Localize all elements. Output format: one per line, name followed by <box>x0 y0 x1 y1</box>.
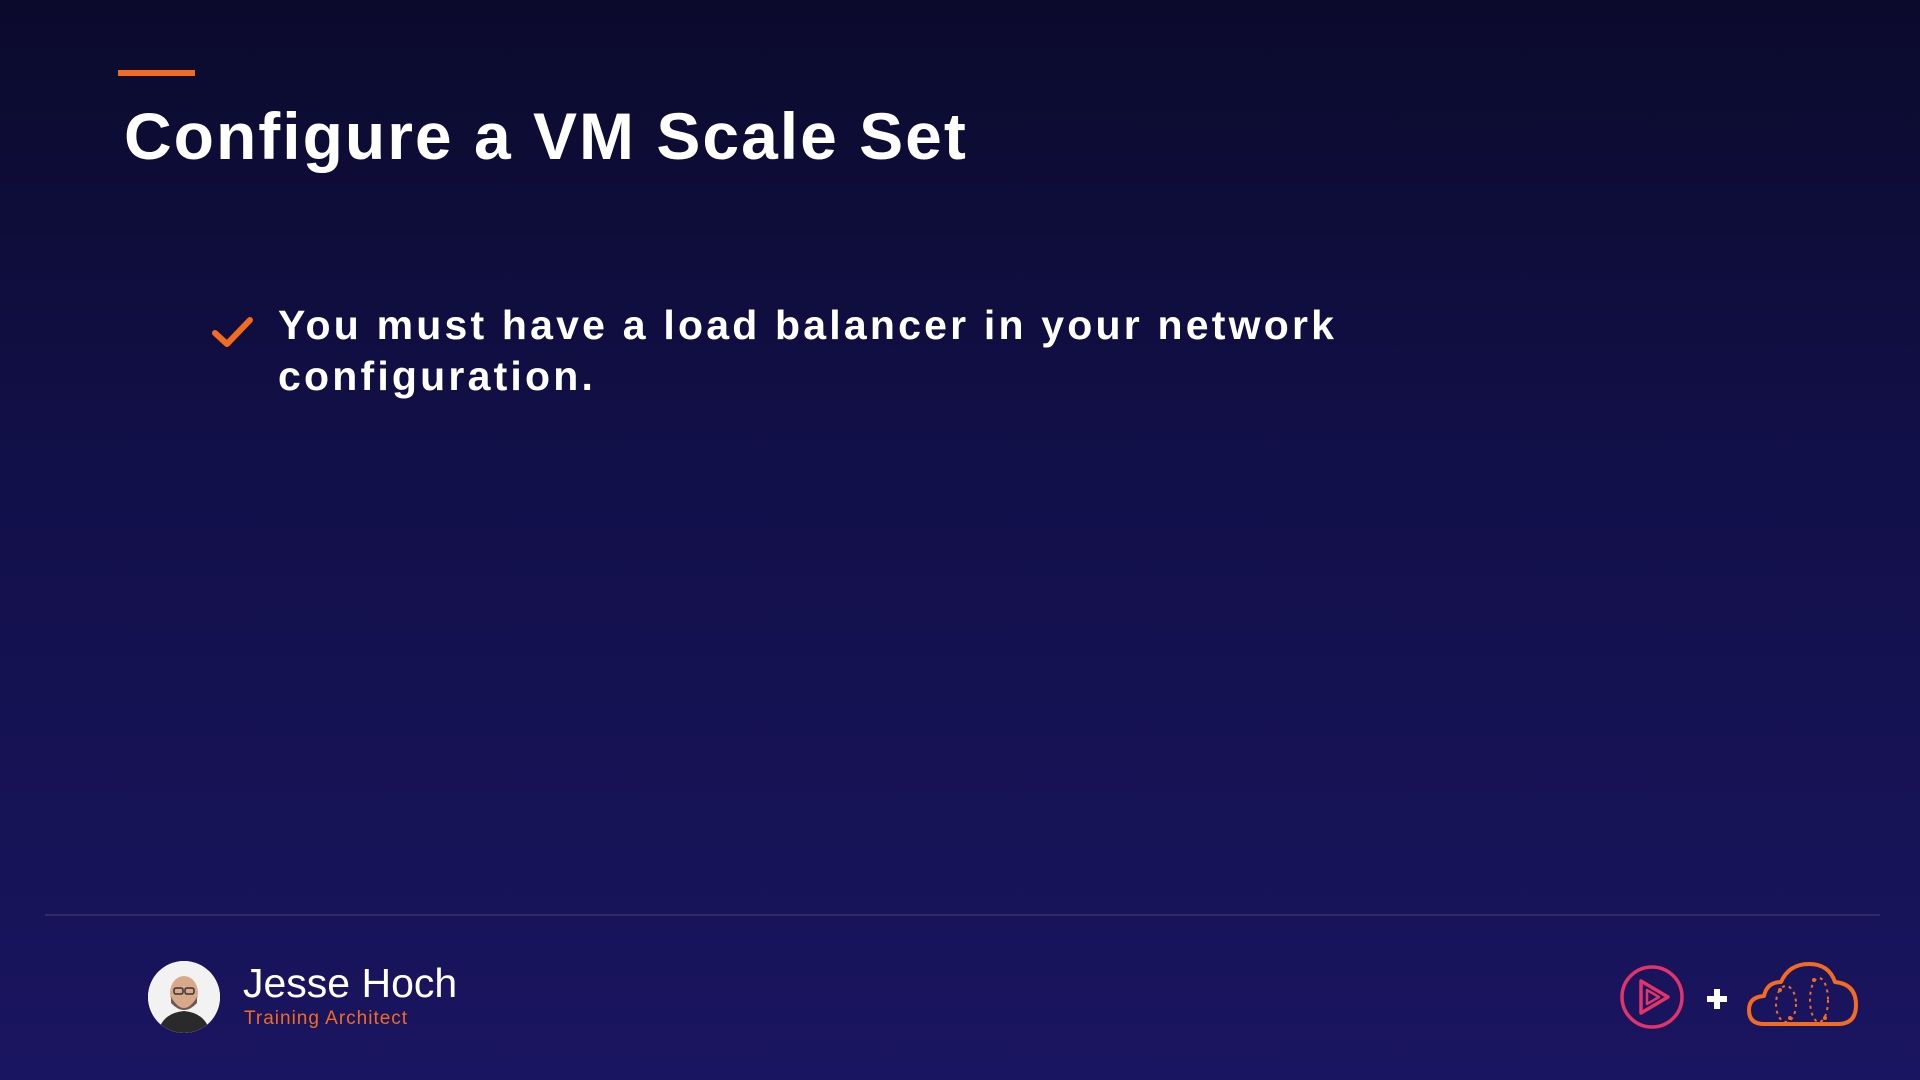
presenter-role: Training Architect <box>244 1008 409 1029</box>
slide-title: Configure a VM Scale Set <box>124 99 968 173</box>
bullet-text: You must have a load balancer in your ne… <box>278 302 1338 399</box>
title-accent-bar <box>118 70 195 76</box>
check-icon <box>212 317 253 347</box>
bullet-list: You must have a load balancer in your ne… <box>210 300 1510 402</box>
presenter-name: Jesse Hoch <box>243 960 458 1006</box>
presenter-avatar <box>148 961 220 1033</box>
plus-icon <box>1707 989 1727 1009</box>
slide: Configure a VM Scale Set You must have a… <box>0 0 1920 1080</box>
footer-divider <box>45 914 1880 916</box>
bullet-item: You must have a load balancer in your ne… <box>210 300 1510 402</box>
cloud-logo-icon <box>1747 962 1858 1026</box>
play-circle-logo-icon <box>1620 965 1684 1029</box>
